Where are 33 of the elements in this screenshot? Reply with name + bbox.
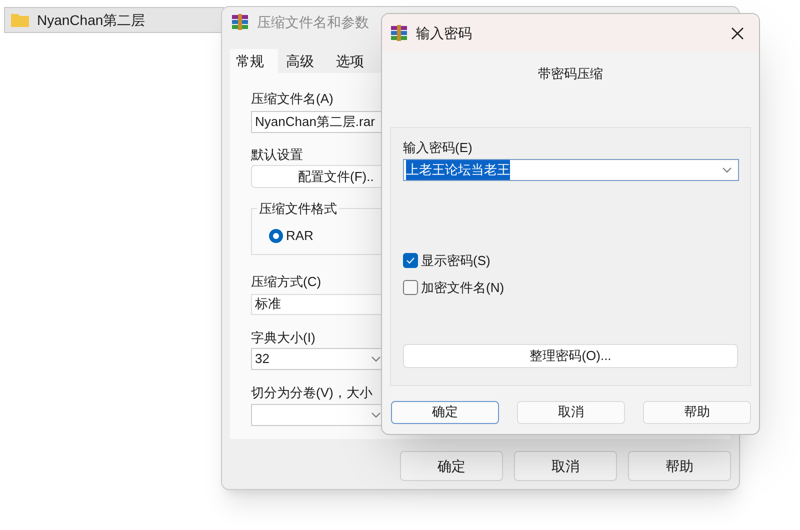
tab[interactable]: 高级 <box>278 49 328 73</box>
field-label: 压缩方式(C) <box>251 273 322 291</box>
dialog-subtitle: 带密码压缩 <box>537 65 604 83</box>
field-label: 字典大小(I) <box>251 328 316 347</box>
tab[interactable]: 选项 <box>328 49 378 73</box>
folder-icon <box>11 13 29 27</box>
archive-icon <box>390 25 408 41</box>
window-title: 输入密码 <box>416 24 473 42</box>
field-label: 切分为分卷(V)，大小 <box>251 384 372 402</box>
dialog-button[interactable]: 取消 <box>517 400 625 424</box>
folder-name: NyanChan第二层 <box>37 10 146 30</box>
dialog-button[interactable]: 帮助 <box>643 400 751 424</box>
chevron-down-icon <box>722 167 732 173</box>
dialog-button[interactable]: 取消 <box>514 451 617 481</box>
dialog-button[interactable]: 帮助 <box>628 451 731 481</box>
radio-button[interactable]: RAR <box>269 226 314 246</box>
field-label: 压缩文件名(A) <box>251 90 334 108</box>
selected-text: 上老王论坛当老王 <box>406 160 510 180</box>
window-title: 压缩文件名和参数 <box>257 12 369 32</box>
close-icon <box>730 26 744 40</box>
dialog-button[interactable]: 确定 <box>391 400 499 424</box>
chevron-down-icon <box>371 356 381 362</box>
password-field[interactable]: 上老王论坛当老王 <box>403 159 739 181</box>
tab[interactable]: 常规 <box>230 49 278 73</box>
archive-icon <box>231 14 249 30</box>
dialog-button[interactable]: 确定 <box>400 451 503 481</box>
checkbox[interactable]: 显示密码(S) <box>403 251 750 270</box>
chevron-down-icon <box>371 412 381 418</box>
field-label: 默认设置 <box>251 146 303 164</box>
folder-row[interactable]: NyanChan第二层 <box>4 7 224 33</box>
checkmark-icon <box>406 257 415 264</box>
organize-passwords-button[interactable]: 整理密码(O)... <box>403 344 738 368</box>
field-label: 输入密码(E) <box>403 138 474 157</box>
